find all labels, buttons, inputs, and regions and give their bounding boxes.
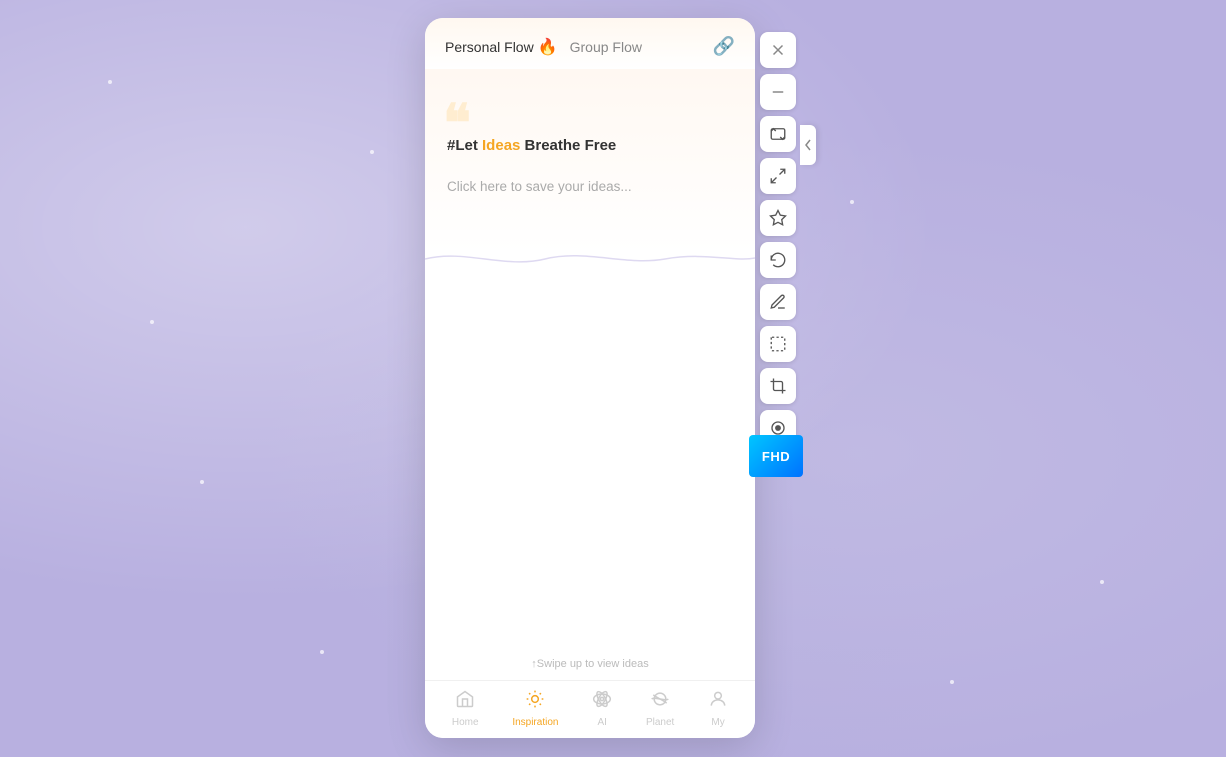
my-icon	[708, 689, 728, 715]
wave-divider	[425, 244, 755, 274]
fhd-label: FHD	[762, 449, 790, 464]
nav-label-planet: Planet	[646, 717, 674, 728]
nav-item-home[interactable]: Home	[452, 689, 479, 728]
star-decoration	[1100, 580, 1104, 584]
tab-personal-label: Personal Flow	[445, 39, 534, 55]
star-decoration	[200, 480, 204, 484]
main-card: Personal Flow 🔥 Group Flow 🔗 ❝ #Let Idea…	[425, 18, 755, 738]
star-decoration	[850, 200, 854, 204]
minimize-button[interactable]	[760, 74, 796, 110]
subtext[interactable]: Click here to save your ideas...	[447, 179, 632, 194]
home-icon	[455, 689, 475, 715]
star-decoration	[950, 680, 954, 684]
screenshot-button[interactable]	[760, 116, 796, 152]
ai-icon	[592, 689, 612, 715]
headline: #Let Ideas Breathe Free	[447, 137, 616, 154]
nav-label-my: My	[711, 717, 724, 728]
star-decoration	[370, 150, 374, 154]
headline-prefix: #Let	[447, 137, 482, 154]
planet-icon	[650, 689, 670, 715]
card-content[interactable]: ❝ #Let Ideas Breathe Free Click here to …	[425, 69, 755, 680]
collapse-tab[interactable]	[800, 125, 816, 165]
flame-icon: 🔥	[538, 37, 558, 57]
tab-personal[interactable]: Personal Flow 🔥	[445, 37, 558, 57]
headline-suffix: Breathe Free	[520, 137, 616, 154]
headline-highlight: Ideas	[482, 137, 520, 154]
nav-label-home: Home	[452, 717, 479, 728]
nav-label-ai: AI	[597, 717, 606, 728]
star-decoration	[108, 80, 112, 84]
crop-button[interactable]	[760, 368, 796, 404]
card-header: Personal Flow 🔥 Group Flow 🔗	[425, 18, 755, 69]
nav-item-inspiration[interactable]: Inspiration	[512, 689, 558, 728]
star-decoration	[320, 650, 324, 654]
border-button[interactable]	[760, 326, 796, 362]
bookmark-button[interactable]	[760, 200, 796, 236]
expand-button[interactable]	[760, 158, 796, 194]
link-icon[interactable]: 🔗	[713, 36, 735, 57]
nav-item-my[interactable]: My	[708, 689, 728, 728]
undo-button[interactable]	[760, 242, 796, 278]
close-button[interactable]	[760, 32, 796, 68]
bottom-nav: Home Inspiration AI	[425, 680, 755, 738]
edit-button[interactable]	[760, 284, 796, 320]
star-decoration	[150, 320, 154, 324]
right-toolbar	[757, 32, 799, 446]
inspiration-icon	[525, 689, 545, 715]
fhd-badge[interactable]: FHD	[749, 435, 803, 477]
nav-item-planet[interactable]: Planet	[646, 689, 674, 728]
nav-label-inspiration: Inspiration	[512, 717, 558, 728]
nav-item-ai[interactable]: AI	[592, 689, 612, 728]
swipe-hint: ↑Swipe up to view ideas	[425, 658, 755, 670]
tab-group[interactable]: Group Flow	[570, 39, 642, 55]
